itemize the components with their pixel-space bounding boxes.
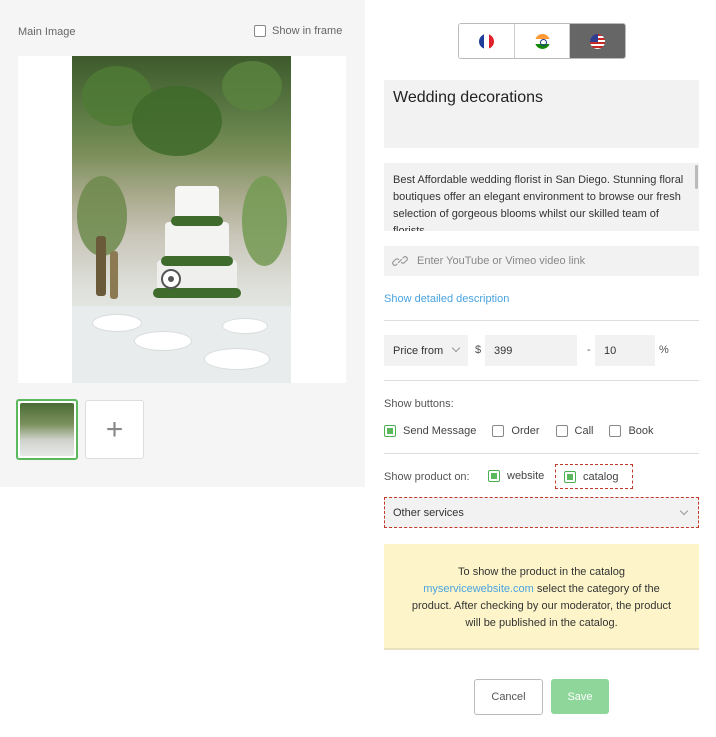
divider — [384, 453, 699, 454]
usa-flag-icon — [590, 33, 606, 49]
show-buttons-label: Show buttons: — [384, 398, 454, 410]
add-image-button[interactable]: + — [85, 400, 144, 459]
cancel-button[interactable]: Cancel — [474, 679, 543, 715]
website-checkbox[interactable] — [488, 470, 500, 482]
price-row: Price from $ - % — [384, 335, 699, 366]
link-icon — [392, 256, 408, 266]
image-panel: Main Image Show in frame + — [0, 0, 365, 487]
option-catalog[interactable]: catalog — [555, 464, 633, 489]
image-thumbnail[interactable] — [16, 399, 78, 460]
price-mode-value: Price from — [393, 344, 444, 357]
plus-icon: + — [105, 412, 124, 446]
currency-symbol: $ — [475, 344, 482, 356]
call-checkbox[interactable] — [555, 425, 568, 437]
product-title-field[interactable]: Wedding decorations — [384, 80, 699, 148]
show-detailed-description-link[interactable]: Show detailed description — [384, 293, 509, 305]
discount-input[interactable] — [595, 335, 655, 366]
focus-point-handle[interactable] — [161, 269, 181, 289]
order-label: Order — [511, 425, 540, 437]
send-message-label: Send Message — [403, 425, 477, 437]
price-separator: - — [587, 344, 591, 356]
main-image-container — [18, 56, 346, 383]
india-flag-icon — [534, 33, 550, 49]
main-image[interactable] — [72, 56, 291, 383]
show-in-frame-checkbox[interactable] — [254, 25, 266, 37]
video-link-field[interactable] — [384, 246, 699, 276]
option-order[interactable]: Order — [492, 425, 540, 437]
book-checkbox[interactable] — [609, 425, 622, 437]
show-in-frame-label: Show in frame — [272, 25, 343, 37]
chevron-down-icon — [451, 343, 461, 353]
catalog-checkbox[interactable] — [564, 470, 576, 483]
option-website[interactable]: website — [488, 470, 544, 482]
product-description-text: Best Affordable wedding florist in San D… — [393, 174, 684, 231]
send-message-checkbox[interactable] — [384, 425, 396, 437]
description-scrollbar[interactable] — [695, 165, 698, 189]
show-product-on-label: Show product on: — [384, 471, 470, 483]
chevron-down-icon — [679, 506, 689, 516]
product-description-field[interactable]: Best Affordable wedding florist in San D… — [384, 163, 699, 231]
website-label: website — [507, 470, 545, 482]
save-button[interactable]: Save — [551, 679, 609, 714]
divider — [384, 380, 699, 381]
product-title-text: Wedding decorations — [393, 89, 544, 106]
category-value: Other services — [393, 506, 464, 519]
divider — [384, 320, 699, 321]
language-tab-us[interactable] — [570, 24, 625, 58]
percent-symbol: % — [659, 344, 669, 356]
catalog-website-link[interactable]: myservicewebsite.com — [423, 583, 534, 595]
option-book[interactable]: Book — [609, 425, 654, 437]
language-switcher — [458, 23, 626, 59]
video-link-input[interactable] — [417, 255, 677, 267]
option-send-message[interactable]: Send Message — [384, 425, 476, 437]
show-buttons-options: Send Message Order Call Book — [384, 425, 670, 437]
category-select[interactable]: Other services — [384, 497, 699, 528]
language-tab-in[interactable] — [514, 24, 571, 58]
call-label: Call — [574, 425, 594, 437]
catalog-label: catalog — [583, 470, 619, 483]
main-image-label: Main Image — [18, 26, 76, 38]
book-label: Book — [628, 425, 654, 437]
notice-text-start: To show the product in the catalog — [458, 566, 625, 578]
price-input[interactable] — [485, 335, 577, 366]
order-checkbox[interactable] — [492, 425, 505, 437]
option-call[interactable]: Call — [555, 425, 594, 437]
show-in-frame-toggle[interactable]: Show in frame — [254, 25, 342, 37]
france-flag-icon — [478, 33, 494, 49]
price-mode-select[interactable]: Price from — [384, 335, 468, 366]
language-tab-fr[interactable] — [459, 24, 515, 58]
catalog-notice: To show the product in the catalog myser… — [384, 544, 699, 650]
